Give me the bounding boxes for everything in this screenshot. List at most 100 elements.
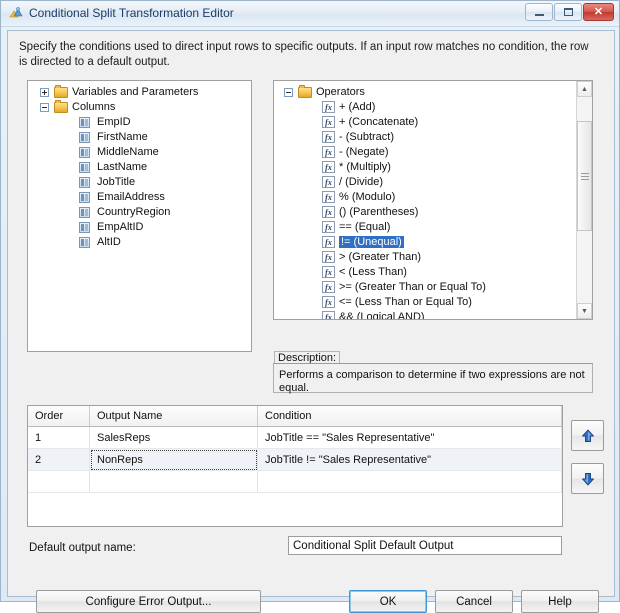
dialog-window: Conditional Split Transformation Editor … [0, 0, 620, 613]
tree-item[interactable]: fx && (Logical AND) [274, 310, 592, 320]
tree-item[interactable]: EmpAltID [28, 220, 251, 235]
fx-icon: fx [322, 236, 335, 248]
column-header-output-name[interactable]: Output Name [89, 406, 258, 427]
tree-item-label: AltID [97, 236, 121, 248]
folder-icon [54, 100, 68, 113]
expand-icon[interactable] [40, 88, 49, 97]
fx-icon: fx [322, 251, 335, 263]
tree-item[interactable]: fx () (Parentheses) [274, 205, 592, 220]
close-icon: ✕ [593, 5, 604, 18]
conditions-grid[interactable]: Order Output Name Condition 1 SalesReps … [27, 405, 563, 527]
cell-order[interactable]: 1 [28, 426, 90, 449]
column-icon [79, 147, 90, 158]
column-icon [79, 132, 90, 143]
description-box: Performs a comparison to determine if tw… [273, 363, 593, 394]
tree-item[interactable]: fx + (Add) [274, 100, 592, 115]
variables-columns-tree[interactable]: Variables and Parameters Columns EmpID Firs… [27, 80, 252, 352]
title-bar[interactable]: Conditional Split Transformation Editor … [1, 1, 619, 27]
move-down-button[interactable] [571, 463, 604, 494]
tree-item[interactable]: CountryRegion [28, 205, 251, 220]
fx-icon: fx [322, 311, 335, 319]
tree-item-label: - (Negate) [339, 146, 389, 158]
column-header-condition[interactable]: Condition [257, 406, 562, 427]
tree-item[interactable]: fx - (Subtract) [274, 130, 592, 145]
table-header-row: Order Output Name Condition [28, 406, 562, 427]
tree-item-label: > (Greater Than) [339, 251, 422, 263]
close-button[interactable]: ✕ [583, 3, 614, 21]
maximize-icon [555, 4, 581, 20]
tree-item[interactable]: MiddleName [28, 145, 251, 160]
conditions-table: Order Output Name Condition 1 SalesReps … [28, 406, 562, 493]
cell-condition[interactable]: JobTitle != "Sales Representative" [257, 448, 562, 471]
tree-item[interactable]: Columns [28, 100, 251, 115]
tree-item[interactable]: Variables and Parameters [28, 85, 251, 100]
tree-item-label: >= (Greater Than or Equal To) [339, 281, 486, 293]
cell-order[interactable] [28, 470, 90, 493]
cell-output-name[interactable]: NonReps [89, 448, 258, 471]
fx-icon: fx [322, 146, 335, 158]
default-output-label: Default output name: [29, 542, 136, 554]
tree-item[interactable]: FirstName [28, 130, 251, 145]
dialog-client-area: Specify the conditions used to direct in… [7, 30, 615, 613]
cell-output-name[interactable] [89, 470, 258, 493]
tree-item[interactable]: EmpID [28, 115, 251, 130]
minimize-icon [526, 4, 552, 20]
table-body: 1 SalesReps JobTitle == "Sales Represent… [28, 426, 562, 493]
folder-icon [298, 85, 312, 98]
tree-item-label: Operators [316, 86, 365, 98]
tree-item[interactable]: fx <= (Less Than or Equal To) [274, 295, 592, 310]
column-icon [79, 222, 90, 233]
fx-icon: fx [322, 281, 335, 293]
cell-condition[interactable]: JobTitle == "Sales Representative" [257, 426, 562, 449]
cell-order[interactable]: 2 [28, 448, 90, 471]
tree-item[interactable]: Operators [274, 85, 592, 100]
tree-item-label: && (Logical AND) [339, 311, 425, 320]
fx-icon: fx [322, 161, 335, 173]
tree-item[interactable]: fx == (Equal) [274, 220, 592, 235]
cell-condition[interactable] [257, 470, 562, 493]
tree-item-label: Variables and Parameters [72, 86, 199, 98]
tree-item[interactable]: fx < (Less Than) [274, 265, 592, 280]
tree-item[interactable]: fx > (Greater Than) [274, 250, 592, 265]
move-up-button[interactable] [571, 420, 604, 451]
column-icon [79, 192, 90, 203]
column-icon [79, 237, 90, 248]
tree-item[interactable]: fx >= (Greater Than or Equal To) [274, 280, 592, 295]
tree-item-label: + (Concatenate) [339, 116, 419, 128]
tree-item-label: == (Equal) [339, 221, 391, 233]
minimize-button[interactable] [525, 3, 553, 21]
tree-item-label: JobTitle [97, 176, 136, 188]
tree-item[interactable]: fx * (Multiply) [274, 160, 592, 175]
tree-item[interactable]: EmailAddress [28, 190, 251, 205]
tree-item[interactable]: JobTitle [28, 175, 251, 190]
fx-icon: fx [322, 131, 335, 143]
tree-item-label: != (Unequal) [338, 235, 405, 249]
column-icon [79, 207, 90, 218]
fx-icon: fx [322, 191, 335, 203]
cell-output-name[interactable]: SalesReps [89, 426, 258, 449]
instructions-text: Specify the conditions used to direct in… [19, 41, 589, 68]
conditional-split-icon [9, 7, 23, 18]
tree-item[interactable]: fx / (Divide) [274, 175, 592, 190]
tree-item-label: < (Less Than) [339, 266, 407, 278]
tree-item[interactable]: AltID [28, 235, 251, 250]
tree-item-label: MiddleName [97, 146, 159, 158]
tree-item[interactable]: fx - (Negate) [274, 145, 592, 160]
column-header-order[interactable]: Order [28, 406, 90, 427]
operators-tree[interactable]: ▲ ▼ Operators fx + (Add) fx + (Concatenate) f… [273, 80, 593, 320]
tree-item-label: EmailAddress [97, 191, 165, 203]
tree-item[interactable]: fx != (Unequal) [274, 235, 592, 250]
tree-item[interactable]: fx + (Concatenate) [274, 115, 592, 130]
table-row[interactable]: 2 NonReps JobTitle != "Sales Representat… [28, 448, 562, 471]
collapse-icon[interactable] [284, 88, 293, 97]
default-output-input[interactable] [288, 536, 562, 555]
table-row[interactable]: 1 SalesReps JobTitle == "Sales Represent… [28, 426, 562, 449]
maximize-button[interactable] [554, 3, 582, 21]
collapse-icon[interactable] [40, 103, 49, 112]
tree-item-label: / (Divide) [339, 176, 384, 188]
tree-item[interactable]: fx % (Modulo) [274, 190, 592, 205]
tree-item[interactable]: LastName [28, 160, 251, 175]
table-row-empty[interactable] [28, 470, 562, 493]
fx-icon: fx [322, 101, 335, 113]
tree-item-label: EmpID [97, 116, 131, 128]
